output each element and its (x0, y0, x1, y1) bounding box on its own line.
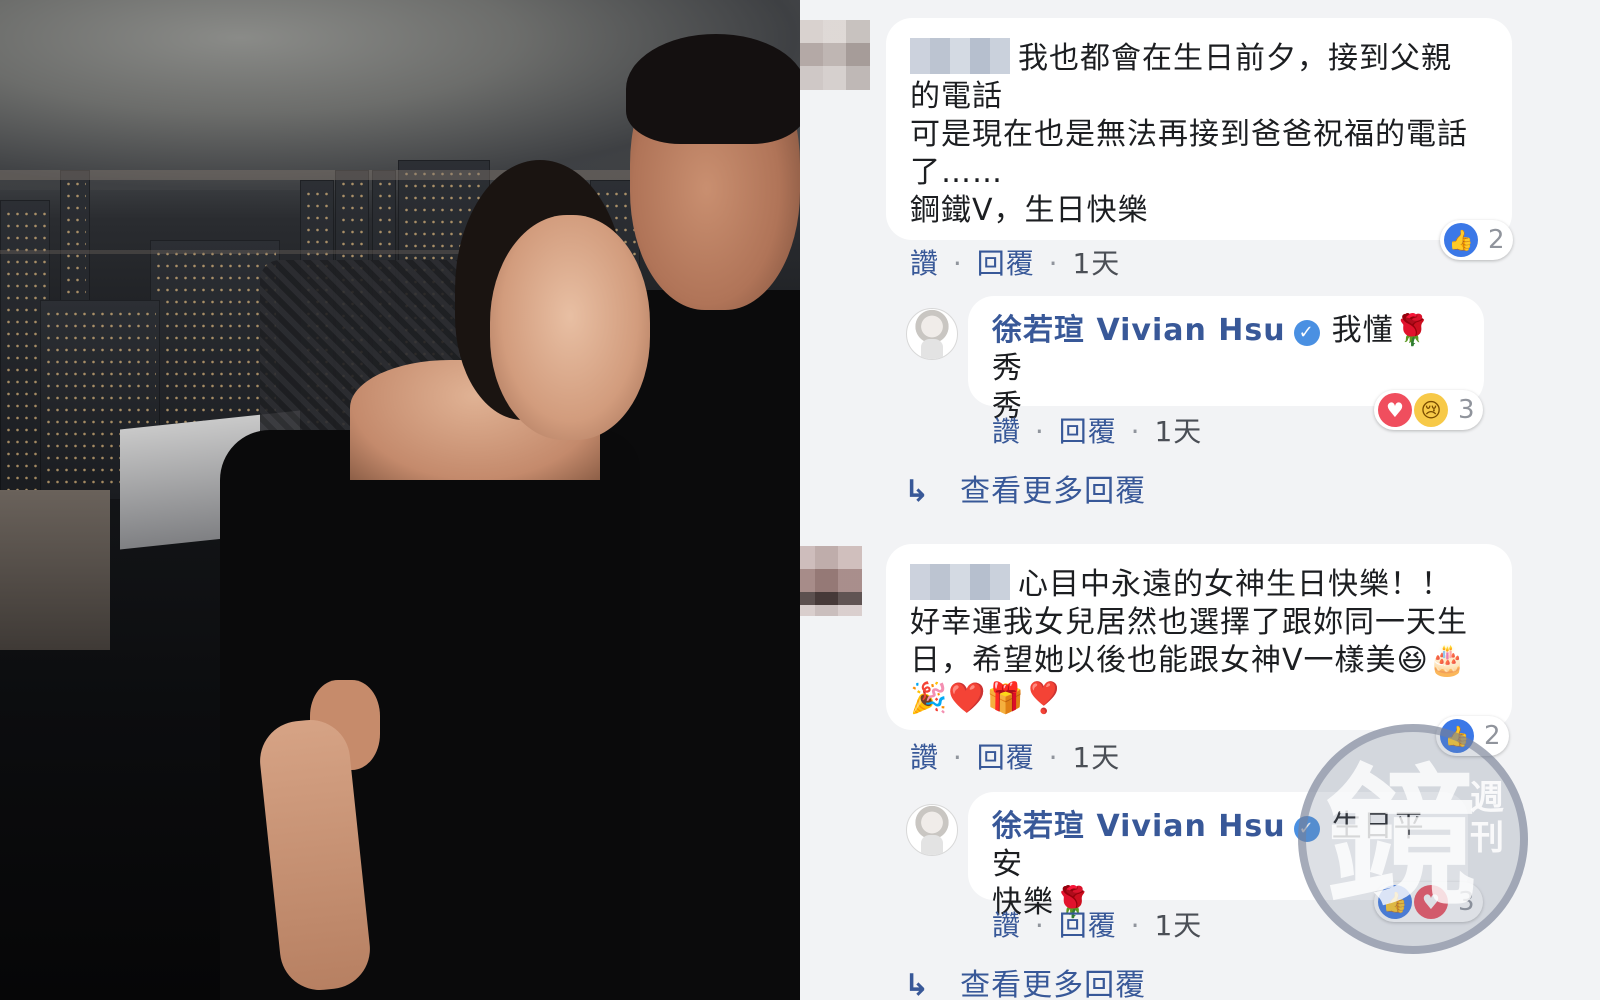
reply-link[interactable]: 回覆 (977, 247, 1035, 280)
watermark-label: 週刊 (1470, 778, 1504, 858)
woman-figure (200, 140, 650, 1000)
watermark-logo: 鏡 (1326, 750, 1477, 926)
comment-meta: 讚 · 回覆 · 1天 (910, 247, 1121, 280)
reply-arrow-icon: ↳ (904, 968, 931, 1000)
reply-link[interactable]: 回覆 (977, 741, 1035, 774)
mirror-weekly-watermark: 鏡 週刊 (1298, 724, 1528, 954)
like-link[interactable]: 讚 (910, 741, 939, 774)
reaction-summary[interactable]: 👍 2 (1440, 220, 1513, 260)
commenter-avatar[interactable] (800, 546, 862, 616)
like-link[interactable]: 讚 (992, 415, 1021, 448)
view-more-replies[interactable]: ↳ 查看更多回覆 (904, 960, 1146, 1000)
sad-face-icon: 😢 (1414, 393, 1448, 427)
reply-link[interactable]: 回覆 (1059, 415, 1117, 448)
reply-author[interactable]: 徐若瑄 Vivian Hsu (992, 313, 1286, 348)
heart-icon: ♥ (1378, 393, 1412, 427)
reply-meta: 讚 · 回覆 · 1天 (992, 415, 1203, 448)
comment-time[interactable]: 1天 (1154, 415, 1202, 448)
view-more-replies[interactable]: ↳ 查看更多回覆 (904, 466, 1146, 510)
terrace-chair (0, 490, 110, 650)
comment-bubble: 心目中永遠的女神生日快樂！！ 好幸運我女兒居然也選擇了跟妳同一天生 日，希望她以… (886, 544, 1512, 730)
blurred-commenter-name[interactable] (910, 564, 1010, 600)
vivian-avatar[interactable] (906, 804, 958, 856)
reaction-summary[interactable]: ♥ 😢 3 (1374, 390, 1483, 430)
reply-meta: 讚 · 回覆 · 1天 (992, 909, 1203, 942)
reply-author[interactable]: 徐若瑄 Vivian Hsu (992, 809, 1286, 844)
commenter-avatar[interactable] (800, 20, 870, 90)
comment-time[interactable]: 1天 (1072, 741, 1120, 774)
like-link[interactable]: 讚 (992, 909, 1021, 942)
like-link[interactable]: 讚 (910, 247, 939, 280)
couple-photo (0, 0, 800, 1000)
comment-time[interactable]: 1天 (1154, 909, 1202, 942)
comment-bubble: 我也都會在生日前夕，接到父親 的電話 可是現在也是無法再接到爸爸祝福的電話 了…… (886, 18, 1512, 240)
reply-arrow-icon: ↳ (904, 474, 931, 509)
thumbs-up-icon: 👍 (1444, 223, 1478, 257)
verified-badge-icon: ✓ (1293, 320, 1320, 346)
vivian-avatar[interactable] (906, 308, 958, 360)
comment-meta: 讚 · 回覆 · 1天 (910, 741, 1121, 774)
reply-link[interactable]: 回覆 (1059, 909, 1117, 942)
blurred-commenter-name[interactable] (910, 38, 1010, 74)
comment-time[interactable]: 1天 (1072, 247, 1120, 280)
